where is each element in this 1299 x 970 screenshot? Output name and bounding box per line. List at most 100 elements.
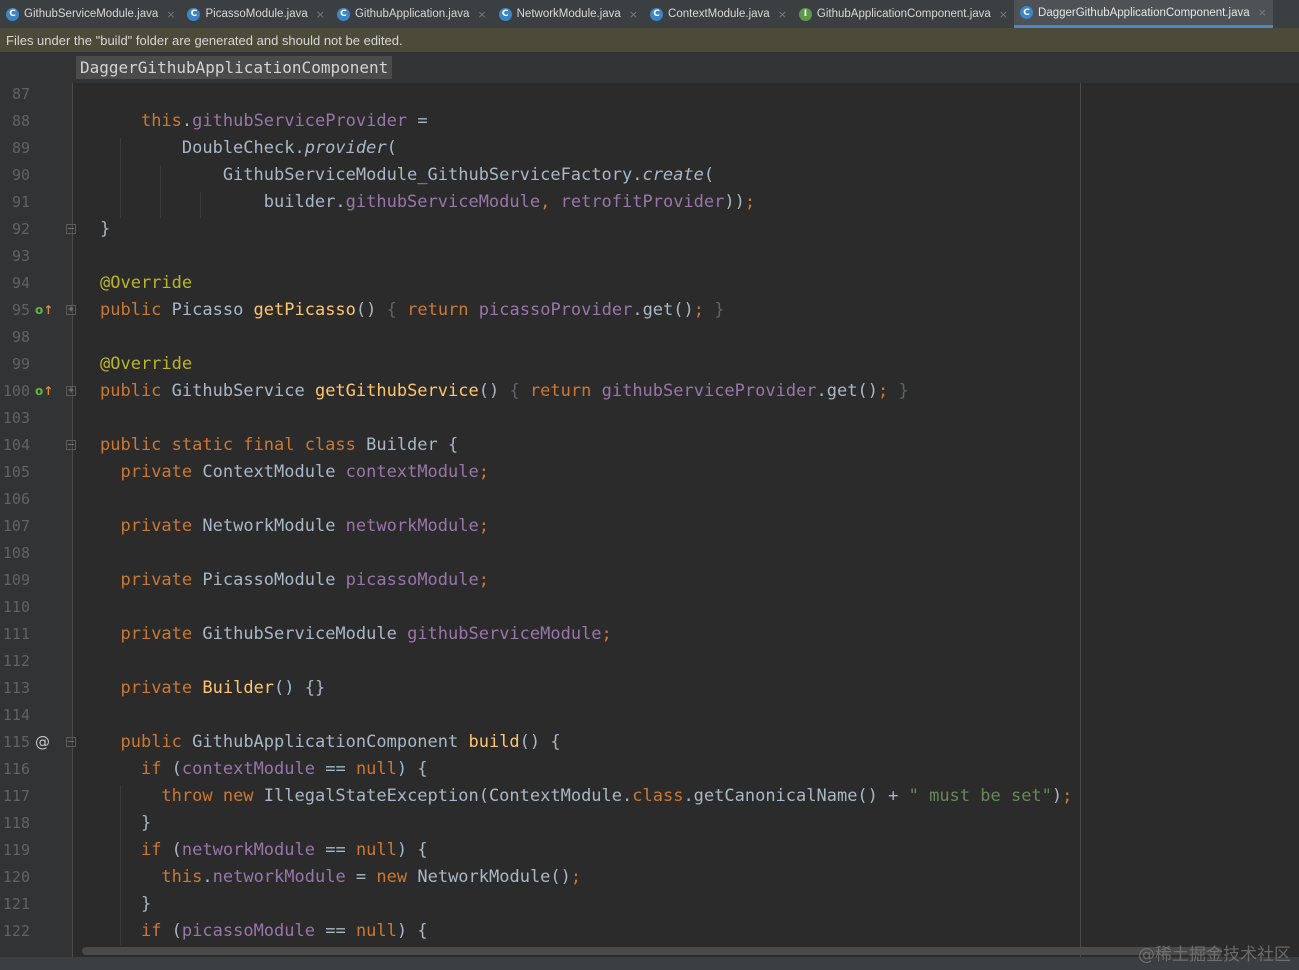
line-number: 104 (2, 436, 30, 454)
code-line: 104 – public static final class Builder … (0, 432, 1299, 459)
code-line: 90 GithubServiceModule_GithubServiceFact… (0, 162, 1299, 189)
code-line: 100 o↑ + public GithubService getGithubS… (0, 378, 1299, 405)
code-text[interactable]: if (picassoModule == null) { (100, 918, 428, 945)
code-line: 103 (0, 405, 1299, 432)
close-icon[interactable]: × (1258, 6, 1267, 19)
code-text[interactable]: private NetworkModule networkModule; (100, 513, 489, 540)
line-number: 95 (11, 301, 30, 319)
editor-tab-label: GithubApplication.java (354, 8, 470, 20)
close-icon[interactable]: × (778, 8, 787, 21)
class-icon: C (650, 7, 664, 21)
code-line: 112 (0, 648, 1299, 675)
code-line: 121 } (0, 891, 1299, 918)
editor-tab-label: GithubServiceModule.java (24, 8, 159, 20)
code-text[interactable]: if (networkModule == null) { (100, 837, 428, 864)
code-text[interactable]: DoubleCheck.provider( (100, 135, 397, 162)
line-number: 109 (2, 571, 30, 589)
line-number: 93 (11, 247, 30, 265)
line-number: 110 (2, 598, 30, 616)
editor-tab-label: ContextModule.java (668, 8, 770, 20)
breadcrumb[interactable]: DaggerGithubApplicationComponent (76, 56, 393, 79)
class-icon: C (187, 7, 201, 21)
code-text[interactable]: this.githubServiceProvider = (100, 108, 428, 135)
fold-expand-icon[interactable]: + (66, 386, 76, 396)
code-text[interactable]: if (contextModule == null) { (100, 756, 428, 783)
line-number: 103 (2, 409, 30, 427)
override-marker-icon[interactable]: o↑ (35, 297, 53, 324)
code-text[interactable]: private PicassoModule picassoModule; (100, 567, 489, 594)
close-icon[interactable]: × (316, 8, 325, 21)
code-text[interactable]: this.networkModule = new NetworkModule()… (100, 864, 581, 891)
breadcrumb-bar: DaggerGithubApplicationComponent (0, 52, 1299, 84)
line-number: 113 (2, 679, 30, 697)
editor-tab[interactable]: C GithubApplication.java × (331, 0, 493, 28)
code-line: 120 this.networkModule = new NetworkModu… (0, 864, 1299, 891)
code-text[interactable]: GithubServiceModule_GithubServiceFactory… (100, 162, 714, 189)
fold-end-icon[interactable]: – (66, 224, 76, 234)
code-text[interactable]: } (100, 810, 151, 837)
line-number: 88 (11, 112, 30, 130)
code-lines: 87 88 this.githubServiceProvider = 89 Do… (0, 81, 1299, 945)
code-line: 105 private ContextModule contextModule; (0, 459, 1299, 486)
code-text[interactable]: public GithubApplicationComponent build(… (100, 729, 560, 756)
override-marker-icon[interactable]: o↑ (35, 378, 53, 405)
watermark: @稀土掘金技术社区 (1138, 945, 1291, 965)
editor-tab-label: DaggerGithubApplicationComponent.java (1038, 6, 1250, 19)
line-number: 115 (2, 733, 30, 751)
code-text[interactable]: @Override (100, 270, 192, 297)
line-number: 112 (2, 652, 30, 670)
line-number: 118 (2, 814, 30, 832)
code-line: 87 (0, 81, 1299, 108)
close-icon[interactable]: × (629, 8, 638, 21)
code-text[interactable]: builder.githubServiceModule, retrofitPro… (100, 189, 755, 216)
line-number: 87 (11, 85, 30, 103)
line-number: 114 (2, 706, 30, 724)
editor-tab[interactable]: C PicassoModule.java × (181, 0, 331, 28)
code-line: 109 private PicassoModule picassoModule; (0, 567, 1299, 594)
code-text[interactable]: throw new IllegalStateException(ContextM… (100, 783, 1072, 810)
code-line: 114 (0, 702, 1299, 729)
code-text[interactable]: } (100, 891, 151, 918)
line-number: 111 (2, 625, 30, 643)
implementation-marker-icon[interactable]: @ (35, 729, 50, 756)
code-line: 88 this.githubServiceProvider = (0, 108, 1299, 135)
editor-tab[interactable]: C GithubServiceModule.java × (0, 0, 181, 28)
code-line: 94 @Override (0, 270, 1299, 297)
line-number: 106 (2, 490, 30, 508)
editor-tab[interactable]: C ContextModule.java × (644, 0, 793, 28)
class-icon: C (1020, 6, 1034, 19)
horizontal-scrollbar[interactable] (82, 947, 1222, 955)
notice-text: Files under the "build" folder are gener… (6, 32, 403, 48)
editor-tab[interactable]: I GithubApplicationComponent.java × (793, 0, 1014, 28)
fold-collapse-icon[interactable]: – (66, 440, 76, 450)
code-text[interactable]: public static final class Builder { (100, 432, 458, 459)
editor-tab[interactable]: C DaggerGithubApplicationComponent.java × (1014, 0, 1273, 28)
line-number: 94 (11, 274, 30, 292)
code-text[interactable]: public GithubService getGithubService() … (100, 378, 909, 405)
line-number: 99 (11, 355, 30, 373)
close-icon[interactable]: × (477, 8, 486, 21)
code-text[interactable]: private GithubServiceModule githubServic… (100, 621, 611, 648)
line-number: 117 (2, 787, 30, 805)
code-line: 117 throw new IllegalStateException(Cont… (0, 783, 1299, 810)
line-number: 98 (11, 328, 30, 346)
fold-expand-icon[interactable]: + (66, 305, 76, 315)
class-icon: C (336, 7, 350, 21)
editor-tab[interactable]: C NetworkModule.java × (493, 0, 644, 28)
code-text[interactable]: } (100, 216, 110, 243)
close-icon[interactable]: × (166, 8, 175, 21)
code-line: 116 if (contextModule == null) { (0, 756, 1299, 783)
line-number: 107 (2, 517, 30, 535)
code-text[interactable]: private Builder() {} (100, 675, 325, 702)
code-text[interactable]: public Picasso getPicasso() { return pic… (100, 297, 725, 324)
code-line: 98 (0, 324, 1299, 351)
close-icon[interactable]: × (999, 8, 1008, 21)
code-line: 93 (0, 243, 1299, 270)
editor-tab-bar: C GithubServiceModule.java × C PicassoModule… (0, 0, 1299, 29)
fold-collapse-icon[interactable]: – (66, 737, 76, 747)
line-number: 120 (2, 868, 30, 886)
line-number: 89 (11, 139, 30, 157)
code-line: 122 if (picassoModule == null) { (0, 918, 1299, 945)
code-text[interactable]: @Override (100, 351, 192, 378)
code-text[interactable]: private ContextModule contextModule; (100, 459, 489, 486)
